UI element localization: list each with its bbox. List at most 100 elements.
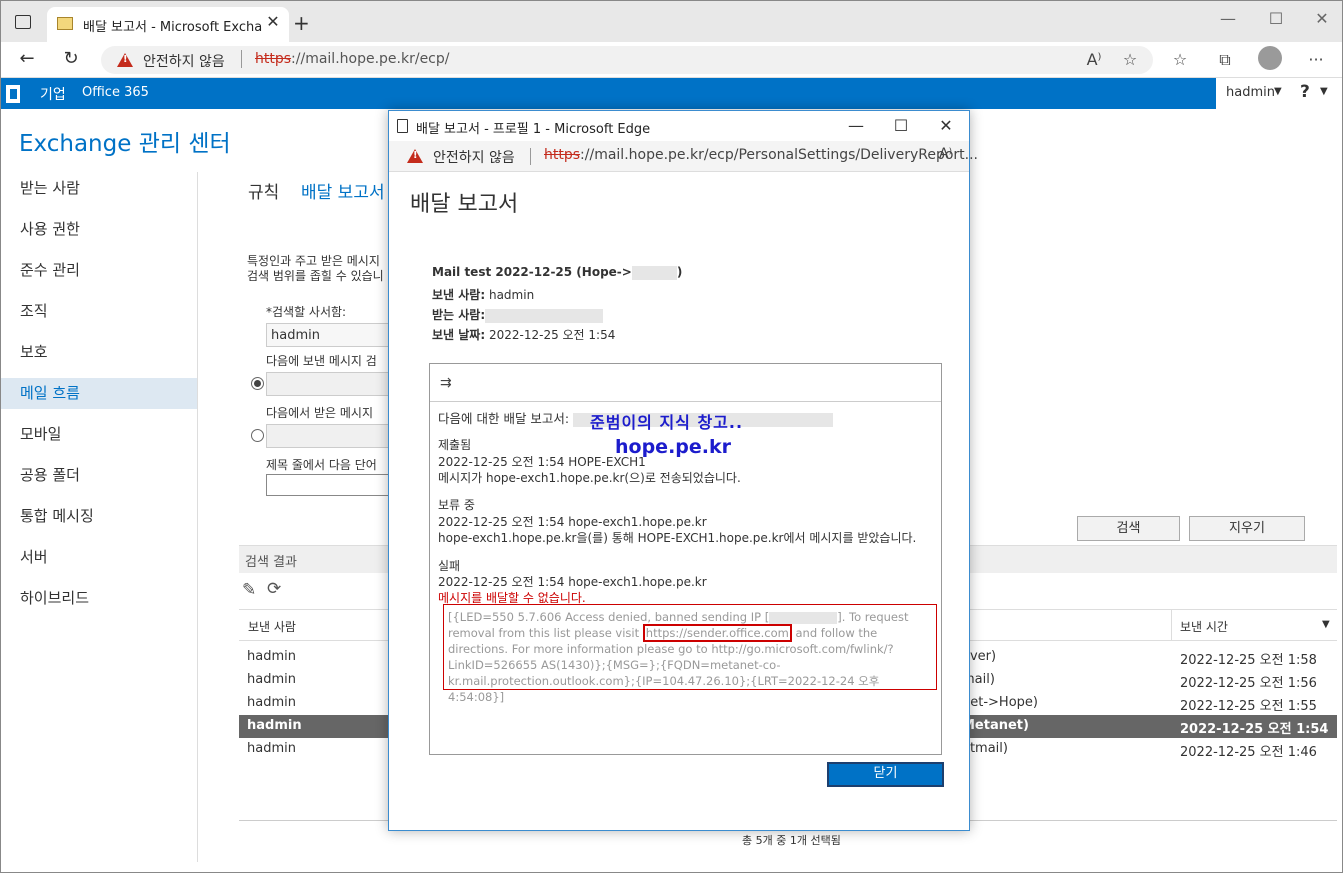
row-sender: hadmin bbox=[247, 741, 296, 756]
refresh-icon[interactable]: ⟳ bbox=[267, 579, 281, 599]
sidebar-item-mobile[interactable]: 모바일 bbox=[0, 419, 197, 450]
watermark-text: 준범이의 지식 창고.. bbox=[590, 413, 744, 432]
back-icon[interactable]: ← bbox=[15, 48, 39, 69]
close-button[interactable]: 닫기 bbox=[827, 762, 944, 787]
search-button[interactable]: 검색 bbox=[1077, 516, 1180, 541]
close-tab-icon[interactable]: ✕ bbox=[263, 12, 283, 31]
close-window-icon[interactable]: ✕ bbox=[1307, 9, 1337, 28]
received-from-label: 다음에서 받은 메시지 bbox=[266, 406, 373, 420]
failed-title: 실패 bbox=[438, 559, 461, 573]
sidebar-item-recipients[interactable]: 받는 사람 bbox=[0, 173, 197, 204]
edit-icon[interactable]: ✎ bbox=[242, 580, 256, 600]
row-time: 2022-12-25 오전 1:58 bbox=[1180, 653, 1317, 668]
sent-to-field[interactable] bbox=[266, 372, 406, 396]
not-secure-label[interactable]: 안전하지 않음 bbox=[143, 51, 225, 71]
help-icon: ? bbox=[1300, 82, 1310, 102]
user-name: hadmin bbox=[1226, 85, 1275, 100]
received-from-radio[interactable] bbox=[251, 429, 264, 442]
url-field[interactable]: 안전하지 않음 https://mail.hope.pe.kr/ecp/ A⁾ … bbox=[101, 46, 1153, 74]
maximize-icon[interactable]: ☐ bbox=[889, 116, 913, 135]
url-path: ://mail.hope.pe.kr/ecp/PersonalSettings/… bbox=[580, 147, 979, 163]
sidebar-item-protection[interactable]: 보호 bbox=[0, 337, 197, 368]
tab-delivery-reports[interactable]: 배달 보고서 bbox=[301, 178, 385, 203]
sent-to-radio[interactable] bbox=[251, 377, 264, 390]
pending-time: 2022-12-25 오전 1:54 hope-exch1.hope.pe.kr bbox=[438, 515, 707, 529]
not-secure-label[interactable]: 안전하지 않음 bbox=[433, 147, 515, 167]
report-for-label: 다음에 대한 배달 보고서: bbox=[438, 411, 570, 426]
sent-label: 보낸 날짜: bbox=[432, 328, 486, 342]
sidebar-item-organization[interactable]: 조직 bbox=[0, 296, 197, 327]
sidebar-item-public-folders[interactable]: 공용 폴더 bbox=[0, 460, 197, 491]
redacted-block bbox=[485, 308, 604, 323]
sidebar-item-mail-flow[interactable]: 메일 흐름 bbox=[0, 378, 197, 409]
popup-address-bar: 안전하지 않음 https://mail.hope.pe.kr/ecp/Pers… bbox=[389, 141, 978, 172]
collections-icon[interactable]: ⧉ bbox=[1212, 50, 1238, 70]
pending-title: 보류 중 bbox=[438, 498, 475, 512]
chevron-down-icon: ▼ bbox=[1320, 86, 1328, 97]
tab-rules[interactable]: 규칙 bbox=[248, 178, 279, 203]
from-value: hadmin bbox=[488, 288, 535, 302]
description: 특정인과 주고 받은 메시지 검색 범위를 좁힐 수 있습니 bbox=[247, 254, 384, 284]
sidebar-item-unified-messaging[interactable]: 통합 메시징 bbox=[0, 501, 197, 532]
failed-time: 2022-12-25 오전 1:54 hope-exch1.hope.pe.kr bbox=[438, 575, 707, 589]
column-sent-time[interactable]: 보낸 시간 ▼ bbox=[1171, 610, 1337, 641]
column-sender[interactable]: 보낸 사람 bbox=[248, 618, 296, 635]
row-subject: Metanet) bbox=[962, 718, 1029, 733]
report-toolbar: ⇉ bbox=[430, 364, 941, 402]
mailbox-field[interactable]: hadmin bbox=[266, 323, 406, 347]
subject-label: 제목 줄에서 다음 단어 bbox=[266, 458, 377, 472]
nav-enterprise[interactable]: 기업 bbox=[40, 84, 66, 104]
address-bar: ← ↻ 안전하지 않음 https://mail.hope.pe.kr/ecp/… bbox=[0, 42, 1343, 78]
row-sender: hadmin bbox=[247, 672, 296, 687]
page-title: Exchange 관리 센터 bbox=[19, 131, 231, 157]
nav-office365[interactable]: Office 365 bbox=[82, 85, 149, 100]
popup-content: 배달 보고서 Mail test 2022-12-25 (Hope->) 보낸 … bbox=[389, 173, 969, 831]
message-subject-end: ) bbox=[676, 265, 683, 279]
sidebar-item-hybrid[interactable]: 하이브리드 bbox=[0, 583, 197, 614]
profile-icon[interactable] bbox=[1258, 46, 1282, 70]
from-label: 보낸 사람: bbox=[432, 288, 486, 302]
url-text[interactable]: https://mail.hope.pe.kr/ecp/ bbox=[255, 51, 449, 67]
sidebar-item-permissions[interactable]: 사용 권한 bbox=[0, 214, 197, 245]
sidebar-item-servers[interactable]: 서버 bbox=[0, 542, 197, 573]
browser-tab[interactable]: 배달 보고서 - Microsoft Exchange ✕ bbox=[47, 7, 289, 43]
row-sender: hadmin bbox=[247, 695, 296, 710]
sent-value: 2022-12-25 오전 1:54 bbox=[488, 328, 616, 342]
submitted-title: 제출됨 bbox=[438, 438, 472, 452]
row-time: 2022-12-25 오전 1:46 bbox=[1180, 745, 1317, 760]
watermark-url: hope.pe.kr bbox=[615, 436, 731, 458]
favorite-add-icon[interactable]: ☆ bbox=[1117, 50, 1143, 69]
minimize-icon[interactable]: — bbox=[844, 116, 868, 135]
sent-line: 보낸 날짜: 2022-12-25 오전 1:54 bbox=[432, 326, 615, 343]
refresh-icon[interactable]: ↻ bbox=[59, 48, 83, 69]
error-details: [{LED=550 5.7.606 Access denied, banned … bbox=[443, 604, 937, 704]
popup-url[interactable]: https://mail.hope.pe.kr/ecp/PersonalSett… bbox=[544, 147, 978, 163]
message-details-icon[interactable]: ⇉ bbox=[440, 375, 452, 391]
error-text: [{LED=550 5.7.606 Access denied, banned … bbox=[448, 610, 770, 624]
new-tab-icon[interactable]: + bbox=[293, 11, 310, 35]
read-aloud-icon[interactable]: A⁾ bbox=[939, 146, 952, 162]
subject-field[interactable] bbox=[266, 474, 406, 496]
tab-actions-icon[interactable] bbox=[15, 15, 31, 29]
pending-message: hope-exch1.hope.pe.kr을(를) 통해 HOPE-EXCH1.… bbox=[438, 531, 917, 545]
minimize-icon[interactable]: — bbox=[1213, 9, 1243, 28]
received-from-field[interactable] bbox=[266, 424, 406, 448]
to-label: 받는 사람: bbox=[432, 308, 486, 322]
more-icon[interactable]: ··· bbox=[1303, 50, 1329, 69]
url-path: ://mail.hope.pe.kr/ecp/ bbox=[291, 51, 450, 67]
url-divider bbox=[530, 148, 531, 165]
browser-tab-bar: 배달 보고서 - Microsoft Exchange ✕ + — ☐ ✕ bbox=[0, 0, 1343, 43]
error-link[interactable]: https://sender.office.com bbox=[642, 624, 792, 642]
clear-button[interactable]: 지우기 bbox=[1189, 516, 1305, 541]
user-menu[interactable]: hadmin ▼ bbox=[1216, 78, 1296, 109]
read-aloud-icon[interactable]: A⁾ bbox=[1081, 50, 1107, 69]
column-sent-time-label: 보낸 시간 bbox=[1180, 620, 1228, 634]
office-logo-icon[interactable] bbox=[6, 85, 20, 103]
favorites-icon[interactable]: ☆ bbox=[1167, 50, 1193, 69]
sidebar-item-compliance[interactable]: 준수 관리 bbox=[0, 255, 197, 286]
help-menu[interactable]: ? ▼ bbox=[1296, 78, 1343, 109]
maximize-icon[interactable]: ☐ bbox=[1261, 9, 1291, 28]
url-divider bbox=[241, 50, 242, 68]
close-window-icon[interactable]: ✕ bbox=[934, 116, 958, 135]
popup-title: 배달 보고서 - 프로필 1 - Microsoft Edge bbox=[416, 122, 651, 137]
